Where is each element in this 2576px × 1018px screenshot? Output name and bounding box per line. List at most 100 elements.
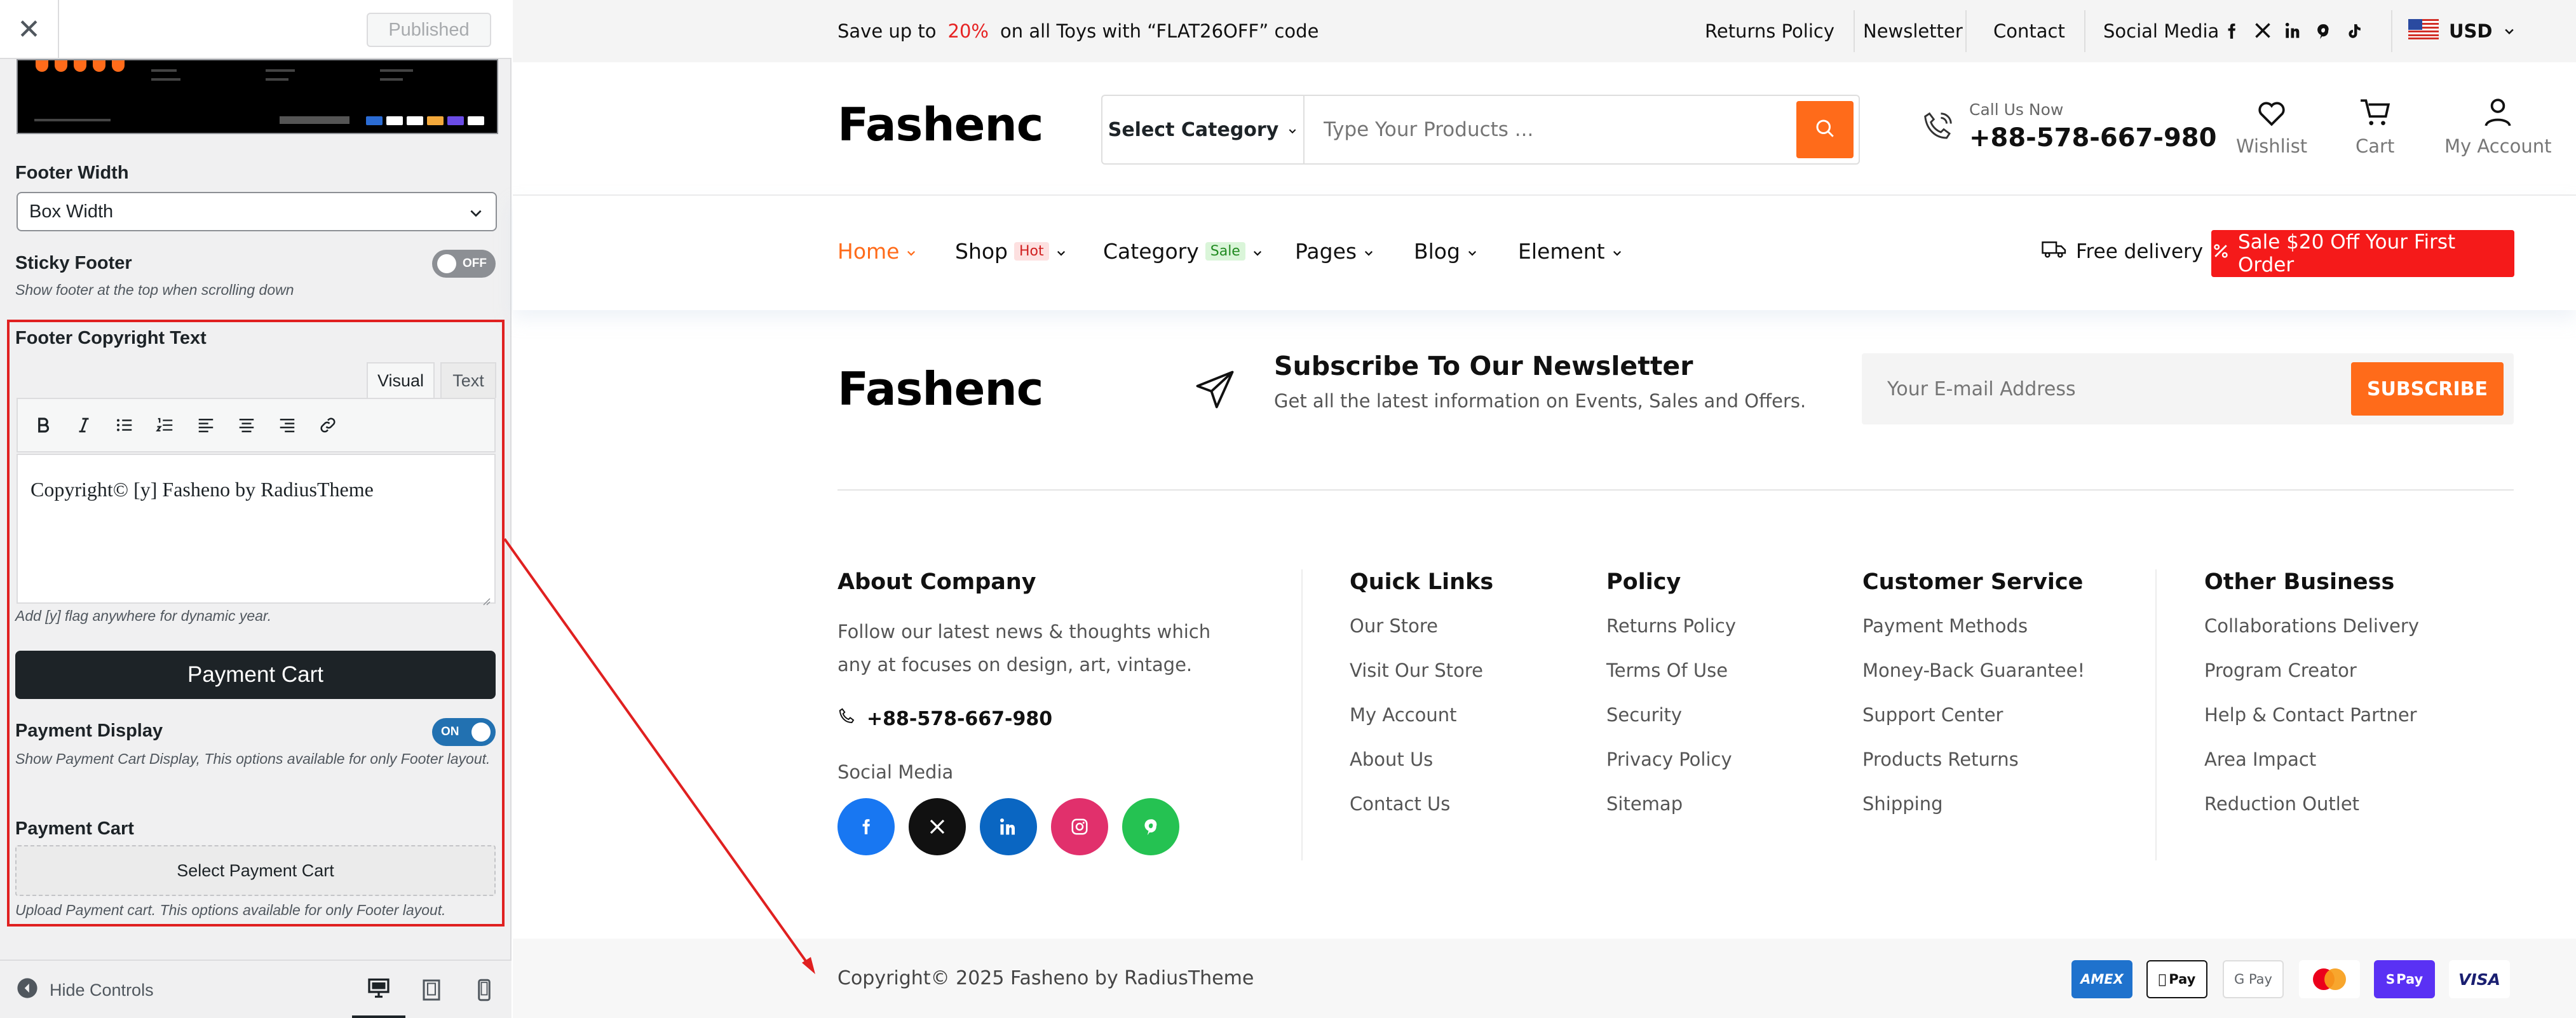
site-logo[interactable]: Fashenc (837, 98, 1043, 151)
pinterest-icon[interactable] (2315, 22, 2331, 45)
footer-link[interactable]: Collaborations Delivery (2204, 615, 2419, 660)
customizer-panel: ✕ Published Footer Width Box Width Stick… (0, 0, 512, 1018)
newsletter-heading: Subscribe To Our Newsletter (1274, 351, 1693, 381)
desktop-icon[interactable] (352, 961, 405, 1018)
chevron-down-icon (905, 239, 917, 264)
currency-selector[interactable]: USD (2408, 0, 2516, 62)
footer-link[interactable]: Reduction Outlet (2204, 793, 2419, 838)
footer-link[interactable]: Visit Our Store (1350, 660, 1493, 704)
email-field[interactable] (1862, 353, 2345, 424)
link-icon[interactable] (311, 409, 344, 442)
cart-icon (2359, 98, 2391, 132)
policy-title: Policy (1606, 569, 1681, 595)
facebook-icon[interactable] (837, 798, 895, 855)
footer-link[interactable]: Support Center (1862, 704, 2085, 749)
copyright-description: Add [y] flag anywhere for dynamic year. (15, 607, 272, 624)
footer-link[interactable]: Area Impact (2204, 749, 2419, 793)
footer-logo[interactable]: Fashenc (837, 362, 1043, 416)
linkedin-icon[interactable] (980, 798, 1037, 855)
copyright-editor[interactable]: Copyright© [y] Fasheno by RadiusTheme (17, 454, 496, 606)
newsletter-section: Fashenc Subscribe To Our Newsletter Get … (513, 310, 2576, 491)
topbar-link-returns[interactable]: Returns Policy (1705, 0, 1834, 62)
footer-link[interactable]: About Us (1350, 749, 1493, 793)
sticky-footer-toggle[interactable]: OFF (432, 250, 496, 278)
topbar-link-newsletter[interactable]: Newsletter (1863, 0, 1963, 62)
footer-link[interactable]: Money-Back Guarantee! (1862, 660, 2085, 704)
footer-link[interactable]: Program Creator (2204, 660, 2419, 704)
footer-link[interactable]: My Account (1350, 704, 1493, 749)
promo-text: Save up to 20% on all Toys with “FLAT26O… (837, 20, 1319, 42)
subscribe-button[interactable]: SUBSCRIBE (2351, 362, 2504, 416)
italic-icon[interactable] (67, 409, 100, 442)
footer-width-value: Box Width (29, 201, 114, 222)
nav-item-pages[interactable]: Pages (1295, 239, 1374, 264)
footer-link[interactable]: Sitemap (1606, 793, 1736, 838)
footer-link[interactable]: Our Store (1350, 615, 1493, 660)
send-icon (1194, 369, 1236, 413)
site-preview: Save up to 20% on all Toys with “FLAT26O… (513, 0, 2576, 1018)
tiktok-icon[interactable] (2345, 22, 2362, 45)
nav-item-blog[interactable]: Blog (1414, 239, 1478, 264)
free-delivery: Free delivery ! (2042, 239, 2217, 264)
main-nav: Home Shop Hot Category Sale Pages Blog E… (513, 196, 2576, 310)
tablet-icon[interactable] (405, 961, 458, 1018)
footer-link[interactable]: Shipping (1862, 793, 2085, 838)
editor-toolbar (17, 398, 496, 452)
footer-link[interactable]: Privacy Policy (1606, 749, 1736, 793)
category-select[interactable]: Select Category (1102, 96, 1305, 163)
resize-handle-icon[interactable] (479, 587, 491, 606)
call-number[interactable]: +88-578-667-980 (1969, 123, 2216, 153)
footer-link[interactable]: Returns Policy (1606, 615, 1736, 660)
nav-item-category[interactable]: Category Sale (1103, 239, 1263, 264)
footer-width-select[interactable]: Box Width (17, 192, 497, 231)
search-button[interactable] (1796, 101, 1854, 158)
hide-controls-button[interactable]: Hide Controls (17, 961, 154, 1018)
nav-item-home[interactable]: Home (837, 239, 917, 264)
nav-item-element[interactable]: Element (1518, 239, 1623, 264)
wishlist-button[interactable]: Wishlist (2236, 98, 2307, 157)
facebook-icon[interactable] (2223, 22, 2240, 45)
select-payment-cart-button[interactable]: Select Payment Cart (15, 845, 496, 896)
sticky-footer-description: Show footer at the top when scrolling do… (15, 282, 294, 298)
linkedin-icon[interactable] (2284, 22, 2302, 44)
x-icon[interactable] (2254, 22, 2272, 44)
align-center-icon[interactable] (230, 409, 263, 442)
footer-link[interactable]: Products Returns (1862, 749, 2085, 793)
instagram-icon[interactable] (1051, 798, 1108, 855)
my-account-button[interactable]: My Account (2444, 98, 2552, 157)
cart-button[interactable]: Cart (2356, 98, 2394, 157)
search-icon (1813, 117, 1836, 142)
published-button[interactable]: Published (367, 13, 491, 47)
chevron-down-icon (1363, 239, 1374, 264)
payment-display-toggle[interactable]: ON (432, 718, 496, 746)
phone-icon (1921, 109, 1955, 146)
align-right-icon[interactable] (271, 409, 304, 442)
nav-item-shop[interactable]: Shop Hot (955, 239, 1067, 264)
numbered-list-icon[interactable] (149, 409, 182, 442)
chevron-down-icon (468, 205, 484, 226)
footer-link[interactable]: Terms Of Use (1606, 660, 1736, 704)
close-icon[interactable]: ✕ (0, 0, 59, 59)
footer-link[interactable]: Payment Methods (1862, 615, 2085, 660)
footer-divider (2155, 569, 2157, 860)
pinterest-icon[interactable] (1122, 798, 1179, 855)
align-left-icon[interactable] (189, 409, 222, 442)
customer-service-title: Customer Service (1862, 569, 2084, 595)
tab-visual[interactable]: Visual (367, 362, 435, 398)
search-input[interactable] (1305, 96, 1794, 163)
bold-icon[interactable] (27, 409, 60, 442)
mobile-icon[interactable] (458, 961, 511, 1018)
sale-offer-button[interactable]: Sale $20 Off Your First Order (2211, 230, 2514, 277)
x-icon[interactable] (909, 798, 966, 855)
percent-icon (2211, 241, 2230, 266)
footer-link[interactable]: Help & Contact Partner (2204, 704, 2419, 749)
footer-phone[interactable]: +88-578-667-980 (837, 707, 1244, 731)
social-icons (837, 798, 1244, 855)
tab-text[interactable]: Text (440, 362, 496, 398)
topbar-link-contact[interactable]: Contact (1993, 0, 2065, 62)
footer-link[interactable]: Contact Us (1350, 793, 1493, 838)
bullet-list-icon[interactable] (108, 409, 141, 442)
footer-link[interactable]: Security (1606, 704, 1736, 749)
footer-preview-thumbnail (17, 59, 498, 134)
main-header: Fashenc Select Category Call Us Now +88-… (513, 62, 2576, 196)
